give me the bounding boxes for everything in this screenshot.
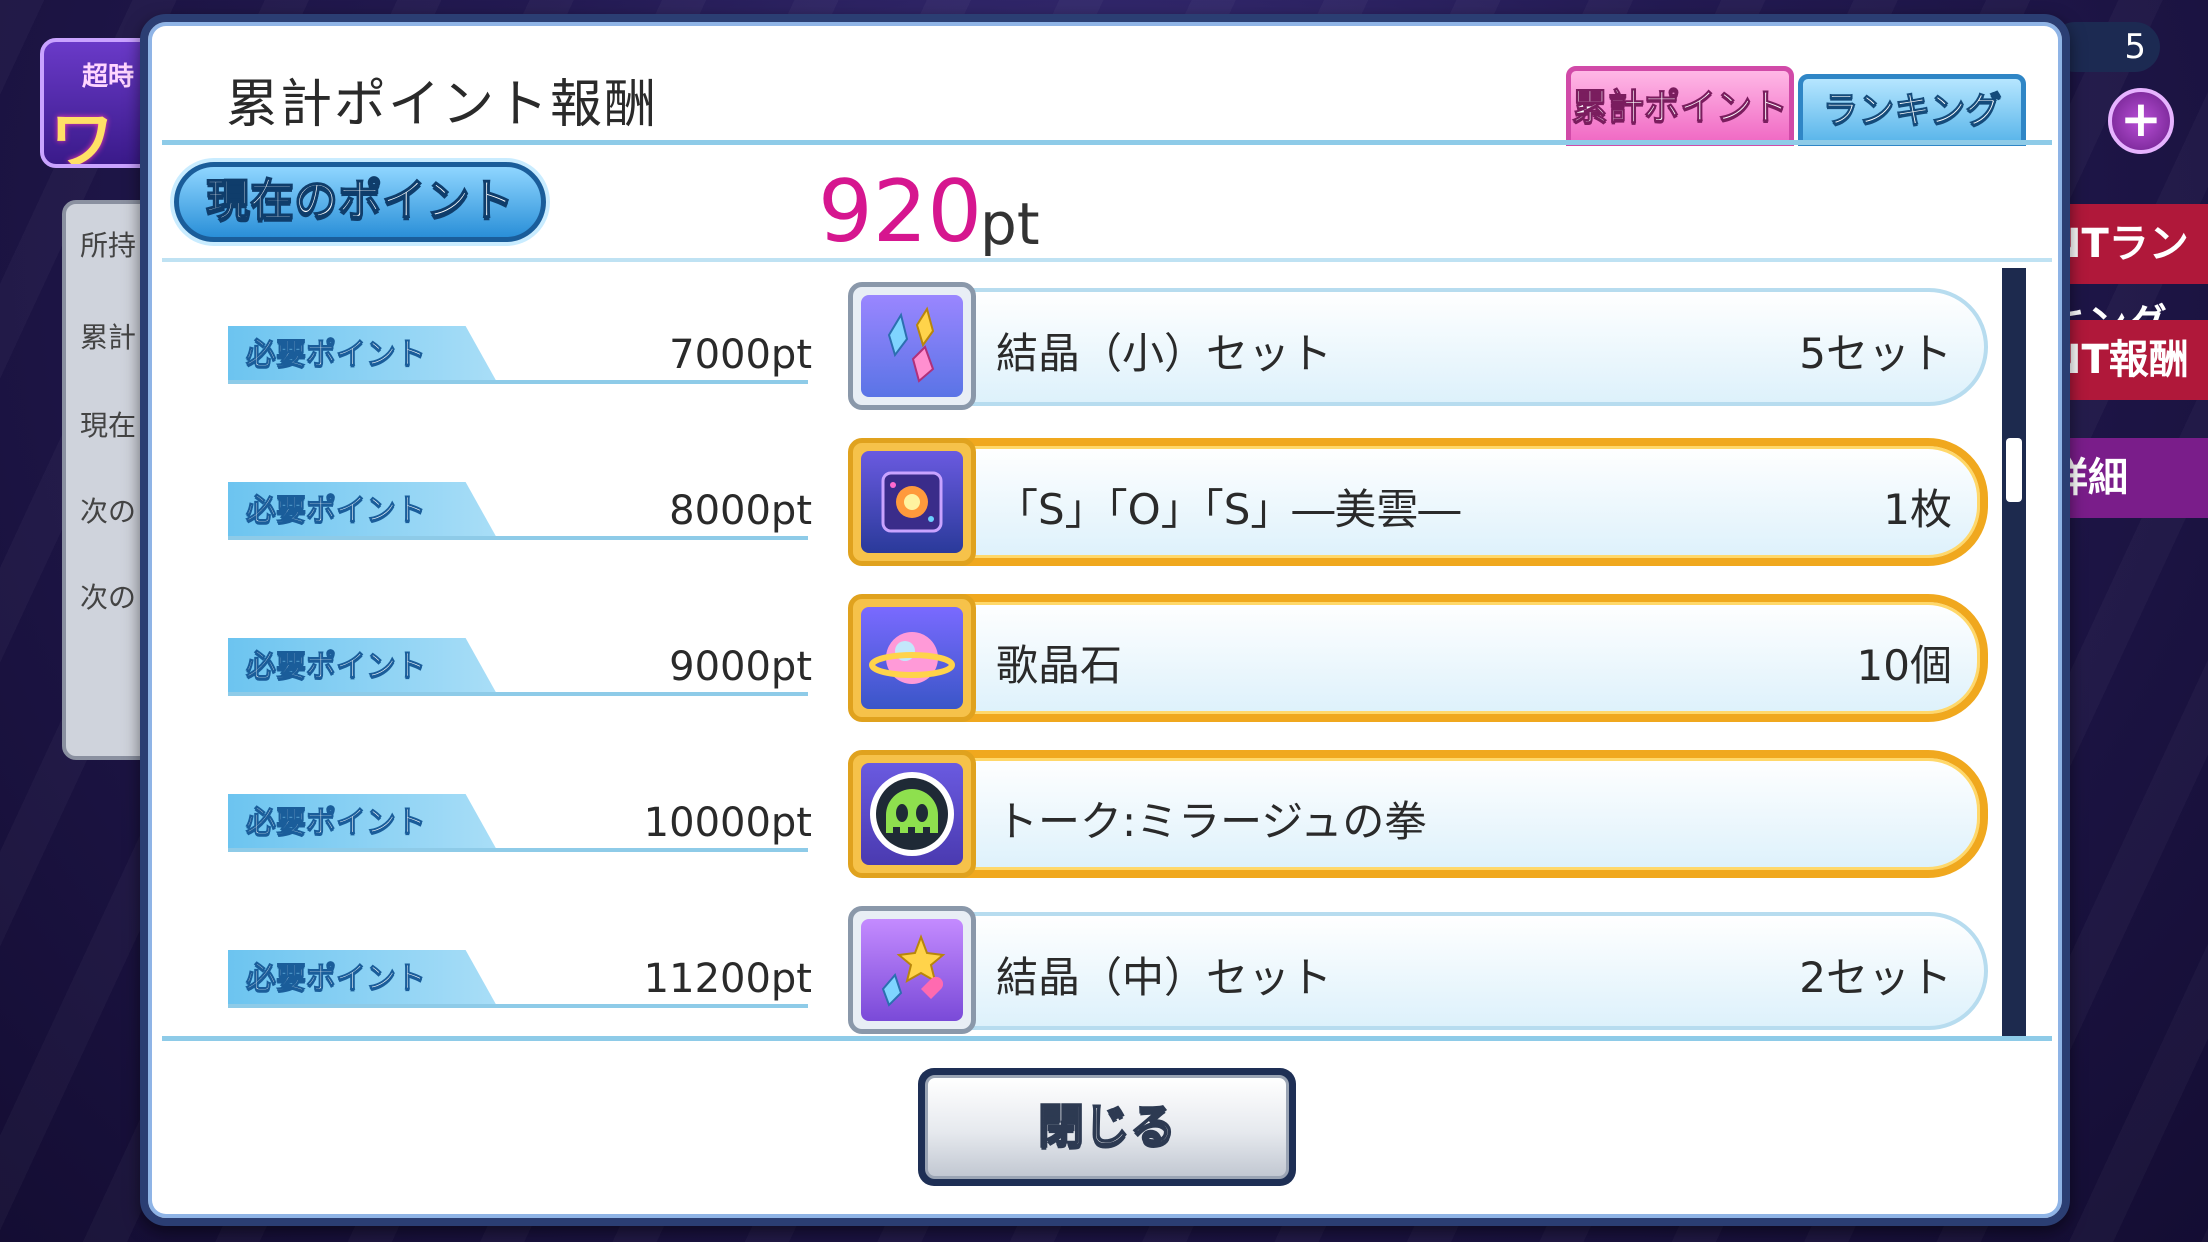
reward-row: 必要ポイント 9000pt 歌晶石 10個 bbox=[162, 580, 2022, 736]
list-scrollbar[interactable] bbox=[2002, 268, 2026, 1038]
current-points-label: 現在のポイント bbox=[174, 162, 546, 242]
dialog-title: 累計ポイント報酬 bbox=[226, 75, 659, 135]
card-cube-icon[interactable] bbox=[848, 438, 976, 566]
add-plus-icon[interactable]: + bbox=[2108, 88, 2174, 154]
current-points-unit: pt bbox=[980, 190, 1040, 258]
required-points-badge: 必要ポイント bbox=[228, 794, 498, 852]
required-points-value: 7000pt bbox=[669, 332, 812, 378]
title-divider bbox=[162, 140, 2052, 145]
reward-dialog: 累計ポイント報酬 累計ポイント ランキング 現在のポイント 920 pt 必要ポ… bbox=[140, 14, 2070, 1226]
event-logo-line1: 超時 bbox=[82, 62, 135, 92]
status-label: 次の bbox=[80, 495, 137, 528]
status-label: 累計 bbox=[80, 321, 137, 354]
current-points-value: 920 bbox=[818, 162, 983, 262]
reward-item-name: 結晶（中）セット bbox=[996, 953, 1333, 1002]
row-underline bbox=[228, 692, 808, 696]
required-points-value: 10000pt bbox=[643, 800, 812, 846]
reward-item-name: 歌晶石 bbox=[996, 641, 1123, 690]
close-button[interactable]: 閉じる bbox=[918, 1068, 1296, 1186]
reward-quantity: 5セット bbox=[1799, 329, 1952, 378]
required-points-badge: 必要ポイント bbox=[228, 638, 498, 696]
footer-divider bbox=[162, 1036, 2052, 1041]
close-button-label: 閉じる bbox=[925, 1075, 1289, 1179]
crystal-small-set-icon[interactable] bbox=[848, 282, 976, 410]
tab-ranking[interactable]: ランキング bbox=[1798, 74, 2026, 146]
required-points-badge: 必要ポイント bbox=[228, 950, 498, 1008]
crystal-medium-set-icon[interactable] bbox=[848, 906, 976, 1034]
status-label: 所持 bbox=[80, 229, 137, 262]
reward-item-name: 「S」「O」「S」―美雲― bbox=[996, 485, 1461, 534]
row-underline bbox=[228, 848, 808, 852]
row-underline bbox=[228, 536, 808, 540]
status-label: 次の bbox=[80, 581, 137, 614]
status-label: 現在 bbox=[80, 409, 137, 442]
required-points-badge: 必要ポイント bbox=[228, 326, 498, 384]
required-points-badge: 必要ポイント bbox=[228, 482, 498, 540]
reward-quantity: 10個 bbox=[1856, 641, 1952, 690]
reward-item-name: 結晶（小）セット bbox=[996, 329, 1333, 378]
required-points-value: 8000pt bbox=[669, 488, 812, 534]
header-divider bbox=[162, 258, 2052, 262]
required-points-value: 9000pt bbox=[669, 644, 812, 690]
scrollbar-thumb[interactable] bbox=[2006, 438, 2022, 502]
reward-item-name: トーク:ミラージュの拳 bbox=[996, 797, 1427, 846]
reward-quantity: 2セット bbox=[1799, 953, 1952, 1002]
required-points-value: 11200pt bbox=[643, 956, 812, 1002]
song-crystal-planet-icon[interactable] bbox=[848, 594, 976, 722]
talk-skull-icon[interactable] bbox=[848, 750, 976, 878]
row-underline bbox=[228, 1004, 808, 1008]
reward-list[interactable]: 必要ポイント 7000pt 結晶（小）セット 5セット 必要ポイント 8000p bbox=[162, 268, 2022, 1038]
tab-cumulative-points[interactable]: 累計ポイント bbox=[1566, 66, 1794, 146]
reward-row: 必要ポイント 8000pt 「S」「O」「S」―美雲― 1枚 bbox=[162, 424, 2022, 580]
reward-row: 必要ポイント 7000pt 結晶（小）セット 5セット bbox=[162, 268, 2022, 424]
reward-row: 必要ポイント 10000pt トーク:ミラージュの拳 bbox=[162, 736, 2022, 892]
reward-row: 必要ポイント 11200pt 結晶（中）セット 2セット bbox=[162, 892, 2022, 1038]
reward-quantity: 1枚 bbox=[1883, 485, 1952, 534]
row-underline bbox=[228, 380, 808, 384]
